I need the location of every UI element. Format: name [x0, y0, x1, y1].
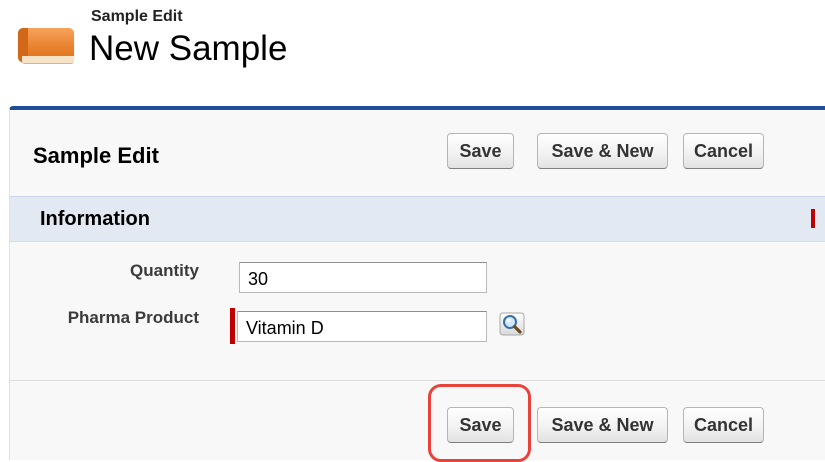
required-indicator-legend — [811, 209, 815, 228]
sample-book-icon — [18, 22, 76, 64]
save-button-top[interactable]: Save — [447, 133, 514, 169]
page-title: New Sample — [89, 29, 288, 68]
save-and-new-button-bottom[interactable]: Save & New — [537, 407, 668, 443]
edit-panel: Sample Edit Save Save & New Cancel Infor… — [9, 106, 825, 462]
quantity-input[interactable] — [239, 262, 487, 293]
cancel-button-top[interactable]: Cancel — [683, 133, 764, 169]
pharma-product-label: Pharma Product — [67, 308, 199, 327]
save-and-new-button-top[interactable]: Save & New — [537, 133, 668, 169]
cancel-button-bottom[interactable]: Cancel — [683, 407, 764, 443]
footer-divider — [10, 380, 825, 381]
required-indicator — [230, 308, 235, 344]
panel-title: Sample Edit — [33, 143, 159, 168]
save-button-bottom[interactable]: Save — [447, 407, 514, 443]
lookup-magnifier-icon[interactable] — [497, 310, 527, 338]
pharma-product-input[interactable] — [237, 311, 487, 342]
page-header: Sample Edit New Sample — [0, 0, 825, 100]
section-header-information: Information — [10, 196, 825, 242]
page-subtitle: Sample Edit — [91, 8, 183, 25]
quantity-label: Quantity — [130, 261, 199, 280]
section-title: Information — [40, 208, 150, 230]
